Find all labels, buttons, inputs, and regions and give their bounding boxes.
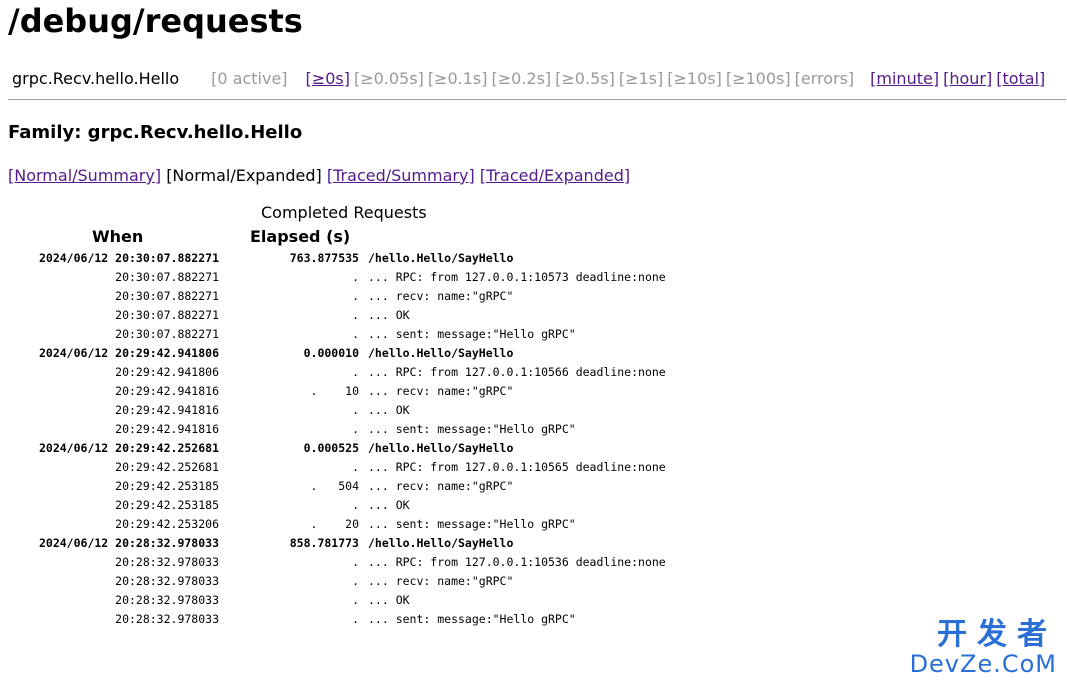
row-elapsed: .	[352, 403, 359, 417]
row-event: ... OK	[368, 403, 410, 417]
row-elapsed: .	[352, 327, 359, 341]
row-when: 2024/06/12 20:30:07.882271	[38, 251, 219, 265]
row-elapsed: 858.781773	[289, 536, 359, 550]
family-name: grpc.Recv.hello.Hello	[12, 69, 180, 88]
row-elapsed: .	[352, 574, 359, 588]
view-normal-summary-link[interactable]: [Normal/Summary]	[8, 166, 161, 185]
bucket-filter-6: [≥10s]	[667, 69, 722, 88]
row-elapsed: . 10	[310, 384, 359, 398]
watermark-bottom: DevZe.CoM	[909, 650, 1057, 678]
watermark-top: 开发者	[937, 617, 1057, 652]
watermark-logo: 开发者 DevZe.CoM	[909, 617, 1057, 678]
row-elapsed: 0.000525	[303, 441, 359, 455]
row-event: ... OK	[368, 593, 410, 607]
row-when: 20:28:32.978033	[115, 574, 219, 588]
row-elapsed: .	[352, 460, 359, 474]
row-when: 2024/06/12 20:28:32.978033	[38, 536, 219, 550]
bucket-filter-8: [errors]	[794, 69, 855, 88]
row-event: ... sent: message:"Hello gRPC"	[368, 327, 576, 341]
row-when: 20:29:42.253185	[115, 498, 219, 512]
row-event: ... sent: message:"Hello gRPC"	[368, 422, 576, 436]
row-elapsed: .	[352, 498, 359, 512]
view-traced-expanded-link[interactable]: [Traced/Expanded]	[480, 166, 630, 185]
bucket-filter-2: [≥0.1s]	[427, 69, 488, 88]
row-when: 20:29:42.252681	[115, 460, 219, 474]
row-event: ... OK	[368, 308, 410, 322]
row-when: 20:30:07.882271	[115, 270, 219, 284]
row-event: /hello.Hello/SayHello	[368, 251, 514, 265]
bucket-filter-1: [≥0.05s]	[353, 69, 424, 88]
row-when: 20:29:42.941816	[115, 422, 219, 436]
row-when: 20:30:07.882271	[115, 289, 219, 303]
row-event: ... recv: name:"gRPC"	[368, 384, 514, 398]
row-event: ... RPC: from 127.0.0.1:10566 deadline:n…	[368, 365, 666, 379]
row-when: 20:28:32.978033	[115, 612, 219, 626]
row-elapsed: .	[352, 593, 359, 607]
family-bar: grpc.Recv.hello.Hello [0 active] [≥0s] [≥0.…	[12, 69, 1045, 88]
bucket-filter-4: [≥0.5s]	[555, 69, 615, 88]
bucket-filter-5: [≥1s]	[618, 69, 664, 88]
row-event: ... recv: name:"gRPC"	[368, 479, 514, 493]
row-when: 20:30:07.882271	[115, 327, 219, 341]
row-when: 2024/06/12 20:29:42.941806	[38, 346, 219, 360]
column-header-when: When	[92, 227, 144, 246]
row-event: ... RPC: from 127.0.0.1:10536 deadline:n…	[368, 555, 666, 569]
row-elapsed: .	[352, 270, 359, 284]
row-elapsed: .	[352, 612, 359, 626]
row-when: 20:30:07.882271	[115, 308, 219, 322]
row-elapsed: .	[352, 422, 359, 436]
row-when: 20:29:42.941816	[115, 403, 219, 417]
row-event: ... recv: name:"gRPC"	[368, 289, 514, 303]
range-total-link[interactable]: [total]	[996, 69, 1045, 88]
range-minute-link[interactable]: [minute]	[870, 69, 939, 88]
row-event: ... recv: name:"gRPC"	[368, 574, 514, 588]
view-traced-summary-link[interactable]: [Traced/Summary]	[327, 166, 475, 185]
row-when: 20:29:42.941806	[115, 365, 219, 379]
row-elapsed: .	[352, 555, 359, 569]
row-event: /hello.Hello/SayHello	[368, 536, 514, 550]
row-elapsed: .	[352, 308, 359, 322]
row-when: 20:29:42.253206	[115, 517, 219, 531]
row-event: ... OK	[368, 498, 410, 512]
bucket-list: [≥0s] [≥0.05s] [≥0.1s] [≥0.2s] [≥0.5s] [≥1s][…	[306, 69, 855, 88]
row-elapsed: .	[352, 289, 359, 303]
row-when: 20:29:42.253185	[115, 479, 219, 493]
row-elapsed: 763.877535	[289, 251, 359, 265]
bucket-filter-7: [≥100s]	[725, 69, 791, 88]
row-event: ... sent: message:"Hello gRPC"	[368, 612, 576, 626]
view-switcher: [Normal/Summary] [Normal/Expanded] [Trac…	[8, 166, 630, 185]
row-event: ... sent: message:"Hello gRPC"	[368, 517, 576, 531]
row-elapsed: .	[352, 365, 359, 379]
row-elapsed: . 20	[310, 517, 359, 531]
row-when: 2024/06/12 20:29:42.252681	[38, 441, 219, 455]
table-caption: Completed Requests	[261, 203, 427, 222]
row-event: /hello.Hello/SayHello	[368, 441, 514, 455]
range-hour-link[interactable]: [hour]	[943, 69, 992, 88]
bucket-filter-0[interactable]: [≥0s]	[306, 69, 350, 88]
active-count: [0 active]	[211, 69, 288, 88]
row-when: 20:28:32.978033	[115, 555, 219, 569]
row-event: /hello.Hello/SayHello	[368, 346, 514, 360]
view-normal-expanded-current: [Normal/Expanded]	[166, 166, 322, 185]
row-when: 20:28:32.978033	[115, 593, 219, 607]
row-event: ... RPC: from 127.0.0.1:10565 deadline:n…	[368, 460, 666, 474]
page-title: /debug/requests	[8, 2, 303, 40]
column-header-elapsed: Elapsed (s)	[250, 227, 351, 246]
family-heading: Family: grpc.Recv.hello.Hello	[8, 122, 303, 143]
row-elapsed: . 504	[310, 479, 359, 493]
row-elapsed: 0.000010	[303, 346, 359, 360]
bucket-filter-3: [≥0.2s]	[491, 69, 552, 88]
row-when: 20:29:42.941816	[115, 384, 219, 398]
divider	[8, 99, 1066, 100]
row-event: ... RPC: from 127.0.0.1:10573 deadline:n…	[368, 270, 666, 284]
